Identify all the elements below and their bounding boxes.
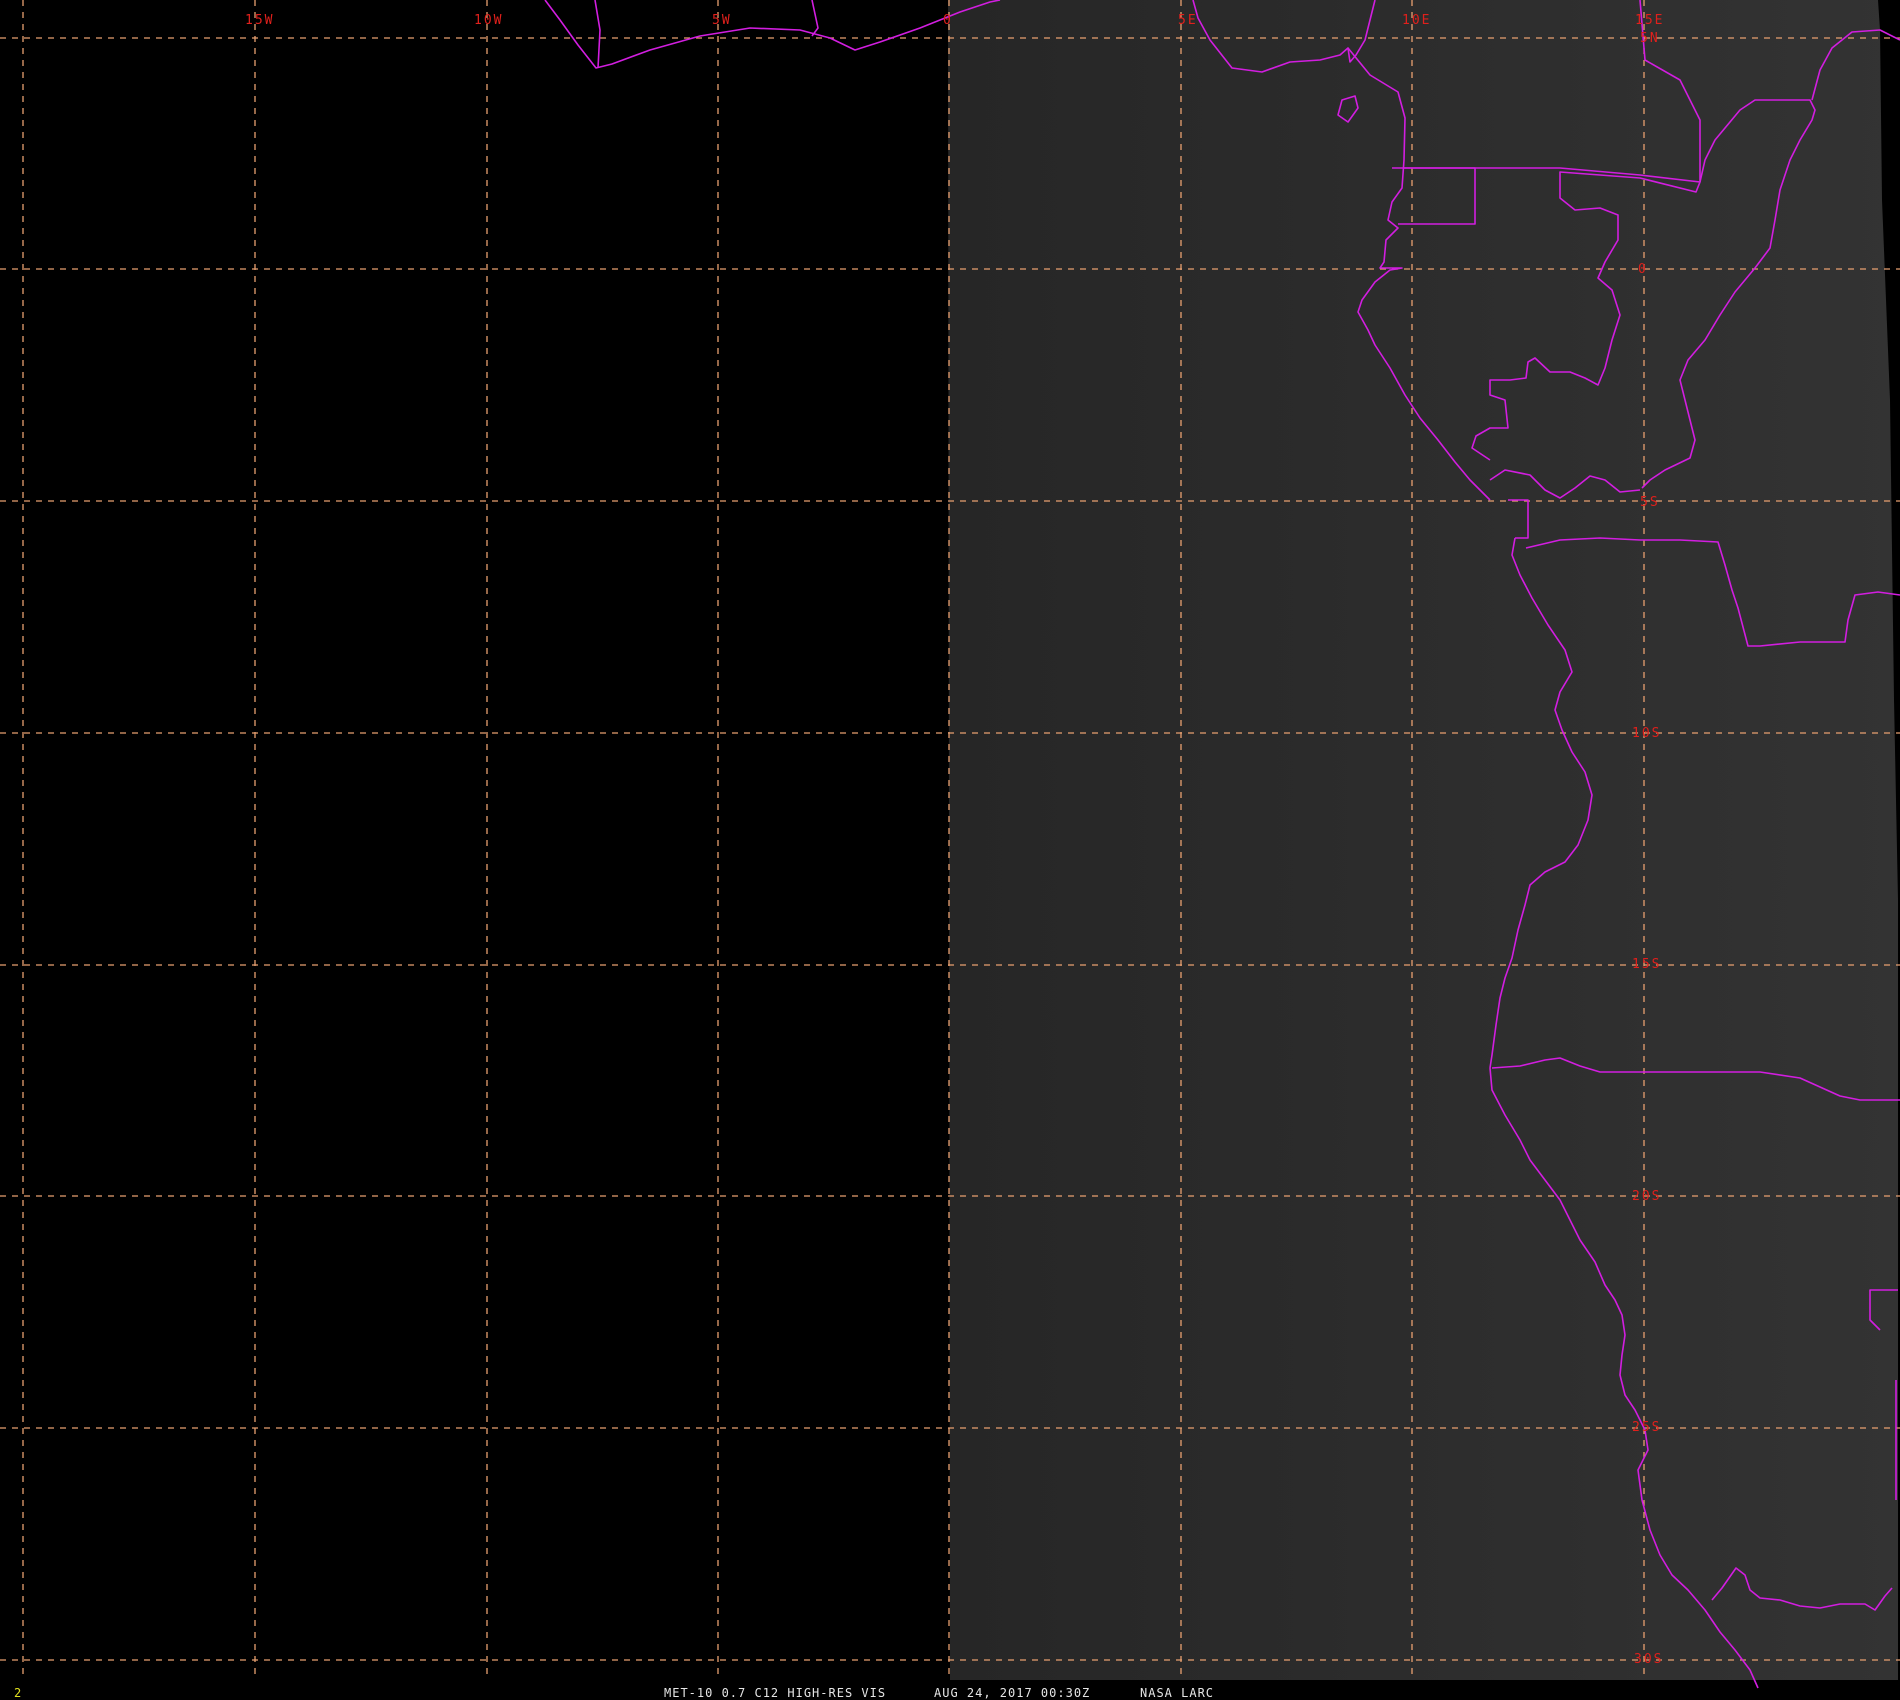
lon-label-0: 0 bbox=[943, 13, 953, 28]
lat-label-0: 0 bbox=[1638, 262, 1648, 277]
lat-label-20s: 20S bbox=[1632, 1189, 1661, 1204]
lat-label-30s: 30S bbox=[1634, 1652, 1663, 1667]
lat-label-15s: 15S bbox=[1632, 957, 1661, 972]
lat-label-10s: 10S bbox=[1632, 726, 1661, 741]
datetime-label: AUG 24, 2017 00:30Z bbox=[934, 1686, 1090, 1700]
lon-label-15e: 15E bbox=[1635, 13, 1664, 28]
lon-label-5e: 5E bbox=[1178, 13, 1198, 28]
lon-label-15w: 15W bbox=[245, 13, 274, 28]
lon-label-5w: 5W bbox=[712, 13, 732, 28]
product-label: MET-10 0.7 C12 HIGH-RES VIS bbox=[664, 1686, 886, 1700]
lon-label-10e: 10E bbox=[1402, 13, 1431, 28]
frame-number: 2 bbox=[14, 1686, 21, 1700]
lat-label-25s: 25S bbox=[1632, 1420, 1661, 1435]
lat-label-5s: 5S bbox=[1640, 495, 1660, 510]
lon-label-10w: 10W bbox=[474, 13, 503, 28]
satellite-map: 15W 10W 5W 0 5E 10E 15E 5N 0 5S 10S 15S … bbox=[0, 0, 1900, 1700]
source-label: NASA LARC bbox=[1140, 1686, 1214, 1700]
lat-label-5n: 5N bbox=[1640, 31, 1660, 46]
